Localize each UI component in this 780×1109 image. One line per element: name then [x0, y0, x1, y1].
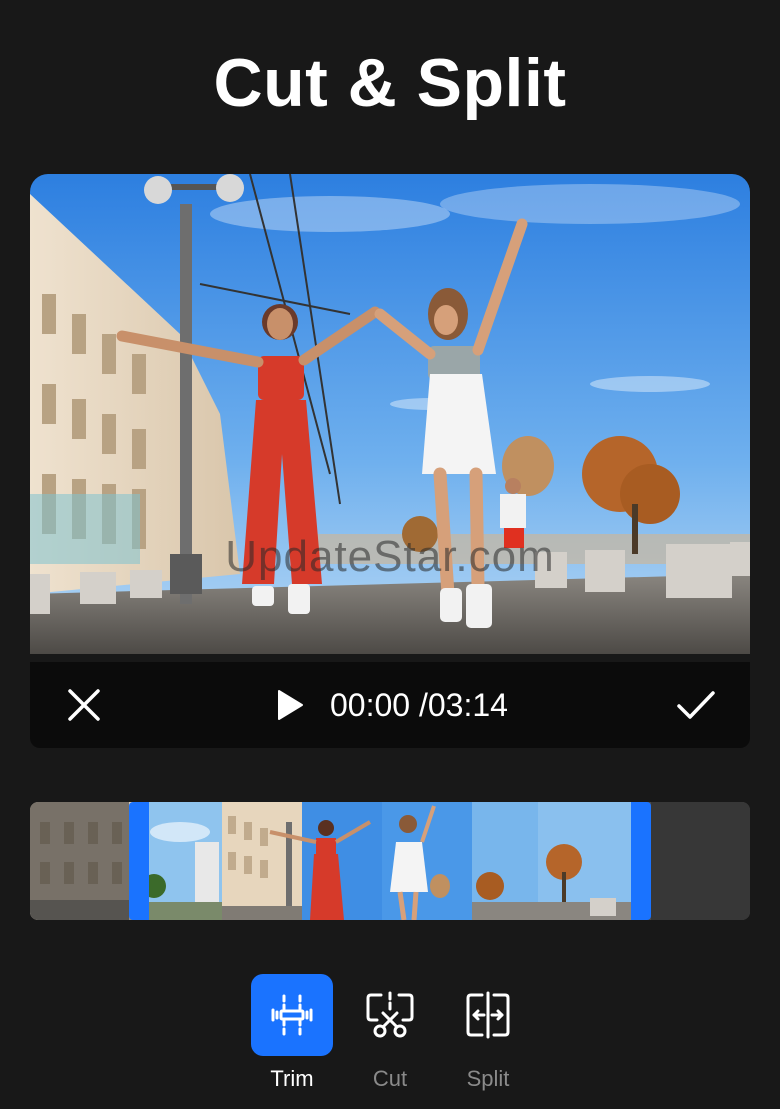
check-icon: [677, 691, 715, 719]
tool-split-icon-box: [447, 974, 529, 1056]
video-preview[interactable]: UpdateStar.com: [30, 174, 750, 654]
watermark-text: UpdateStar.com: [225, 532, 555, 581]
current-time: 00:00: [330, 687, 411, 723]
play-button[interactable]: [268, 683, 312, 727]
screen: Cut & Split UpdateStar.com 00:00 /03:14 …: [0, 0, 780, 1109]
preview-image: [30, 174, 750, 654]
trim-end-handle[interactable]: [631, 802, 651, 920]
trim-start-handle[interactable]: [129, 802, 149, 920]
trim-icon: [271, 994, 313, 1036]
total-time: /03:14: [418, 687, 508, 723]
trim-outside-left: [30, 802, 129, 920]
play-icon: [278, 690, 303, 720]
tool-cut-icon-box: [349, 974, 431, 1056]
page-title: Cut & Split: [213, 45, 567, 121]
split-icon: [466, 991, 510, 1039]
close-icon: [68, 689, 100, 721]
trim-outside-right: [651, 802, 750, 920]
tool-trim[interactable]: Trim: [251, 974, 333, 1092]
playback-bar: 00:00 /03:14: [30, 662, 750, 748]
timeline-filmstrip[interactable]: [30, 802, 750, 920]
confirm-button[interactable]: [674, 683, 718, 727]
tool-cut-label: Cut: [372, 1066, 408, 1091]
tool-trim-label: Trim: [270, 1066, 314, 1091]
tool-split-label: Split: [466, 1066, 510, 1091]
timecode: 00:00 /03:14: [330, 686, 508, 724]
tool-trim-icon-box: [251, 974, 333, 1056]
close-button[interactable]: [62, 683, 106, 727]
tool-split[interactable]: Split: [447, 974, 529, 1092]
cut-icon: [366, 991, 414, 1038]
tool-cut[interactable]: Cut: [349, 974, 431, 1092]
